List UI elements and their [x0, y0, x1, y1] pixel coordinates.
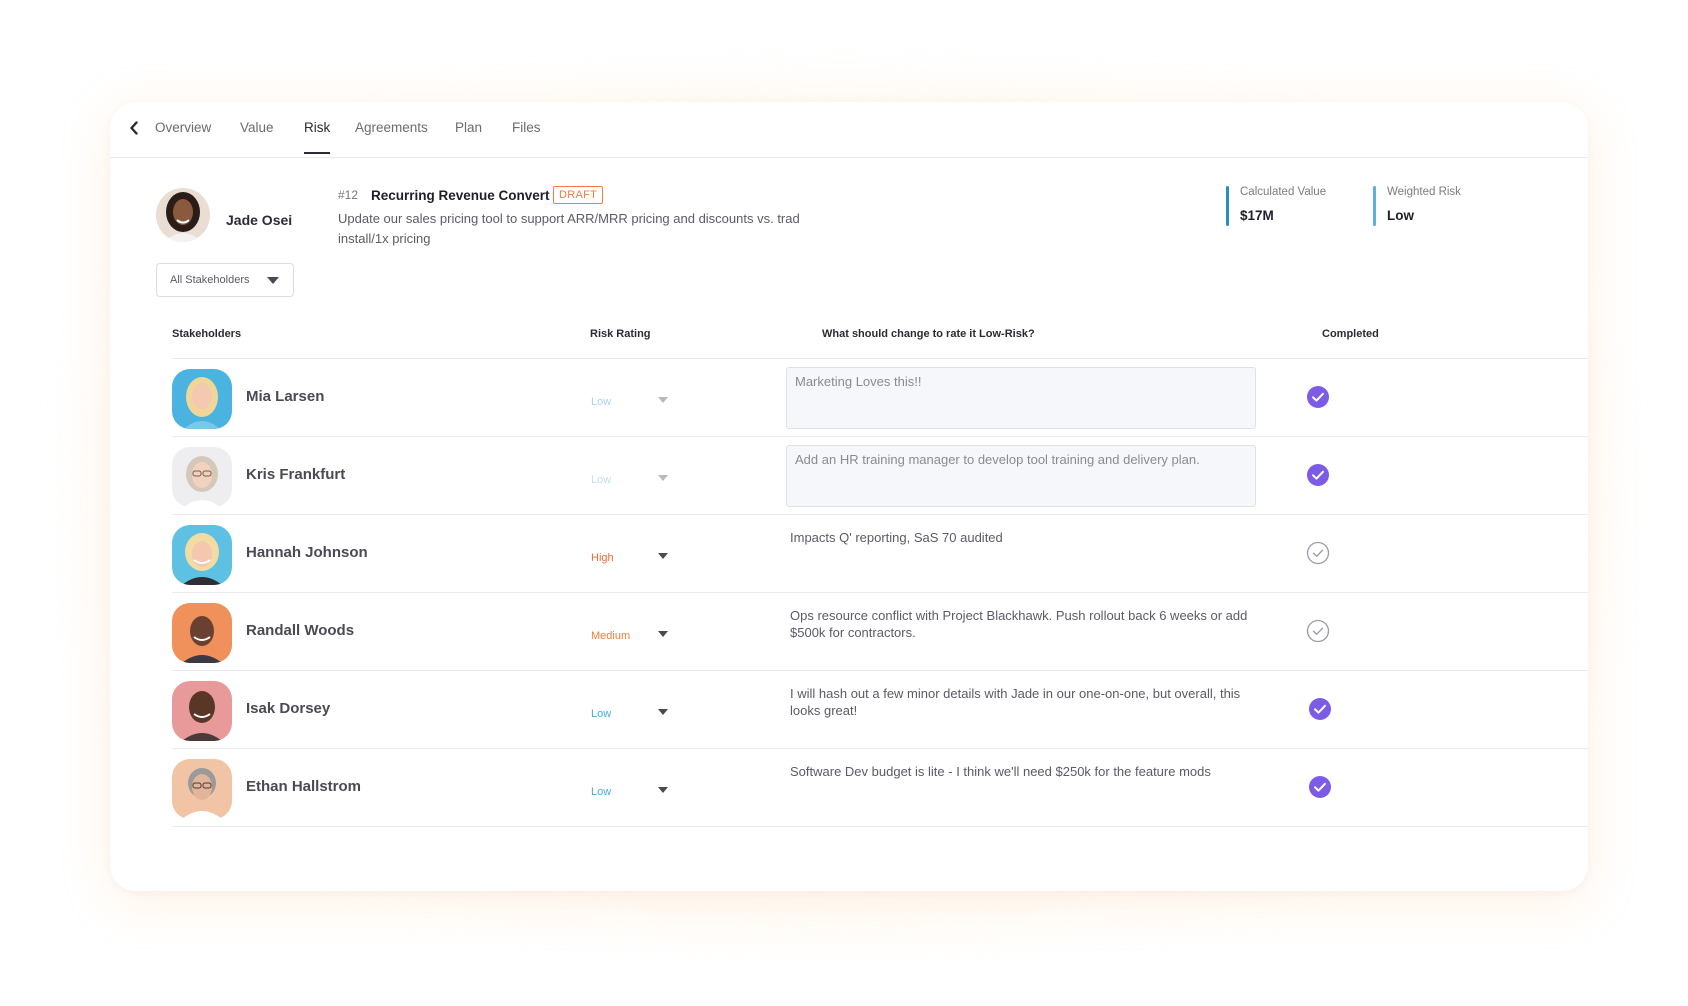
metric-bar	[1373, 186, 1376, 226]
rating-dropdown-caret-icon[interactable]	[658, 553, 668, 559]
rating-dropdown-caret-icon[interactable]	[658, 631, 668, 637]
calculated-value-metric: Calculated Value $17M	[1226, 186, 1326, 226]
completed-check-icon[interactable]	[1306, 619, 1330, 643]
stakeholder-name: Randall Woods	[246, 622, 355, 639]
table-row: Randall Woods Medium Ops resource confli…	[172, 593, 1588, 671]
stakeholder-name: Hannah Johnson	[246, 544, 368, 561]
metric-bar	[1226, 186, 1229, 226]
table-row: Hannah Johnson High Impacts Q' reporting…	[172, 515, 1588, 593]
risk-rating: Low	[591, 786, 612, 798]
risk-rating: Low	[591, 708, 612, 720]
tab-risk[interactable]: Risk	[304, 120, 331, 154]
tab-value[interactable]: Value	[240, 120, 274, 135]
stakeholder-name: Mia Larsen	[246, 388, 325, 405]
owner-name: Jade Osei	[226, 212, 293, 228]
rating-dropdown-caret-icon[interactable]	[658, 397, 668, 403]
risk-rating: Medium	[591, 630, 631, 642]
avatar	[172, 603, 232, 663]
completed-check-icon[interactable]	[1306, 541, 1330, 565]
project-description: Update our sales pricing tool to support…	[338, 211, 800, 246]
weighted-risk-metric: Weighted Risk Low	[1373, 186, 1461, 226]
avatar	[172, 681, 232, 741]
weighted-risk-label: Weighted Risk	[1387, 186, 1461, 198]
change-note-input[interactable]: Add an HR training manager to develop to…	[786, 445, 1256, 507]
column-header-stakeholders: Stakeholders	[172, 328, 242, 340]
stakeholder-name: Isak Dorsey	[246, 700, 331, 717]
change-note-input[interactable]: Marketing Loves this!!	[786, 367, 1256, 429]
tab-bar: Overview Value Risk Agreements Plan File…	[110, 102, 1588, 158]
change-note[interactable]: Impacts Q' reporting, SaS 70 audited	[790, 529, 1250, 546]
table-row: Mia Larsen Low Marketing Loves this!!	[172, 359, 1588, 437]
stakeholder-name: Ethan Hallstrom	[246, 778, 362, 795]
back-button[interactable]	[122, 116, 146, 140]
owner-avatar	[156, 188, 210, 242]
risk-rating: High	[591, 552, 614, 564]
avatar	[172, 369, 232, 429]
completed-check-icon[interactable]	[1306, 385, 1330, 409]
risk-panel: Overview Value Risk Agreements Plan File…	[110, 102, 1588, 891]
stakeholder-filter-value: All Stakeholders	[170, 274, 250, 286]
rating-dropdown-caret-icon[interactable]	[658, 475, 668, 481]
column-header-risk-rating: Risk Rating	[590, 328, 651, 340]
change-note[interactable]: Ops resource conflict with Project Black…	[790, 607, 1250, 641]
risk-rating: Low	[591, 474, 612, 486]
completed-check-icon[interactable]	[1308, 775, 1332, 799]
avatar	[172, 759, 232, 819]
rating-dropdown-caret-icon[interactable]	[658, 709, 668, 715]
completed-check-icon[interactable]	[1306, 463, 1330, 487]
rating-dropdown-caret-icon[interactable]	[658, 787, 668, 793]
calculated-value: $17M	[1240, 208, 1274, 223]
table-row: Isak Dorsey Low I will hash out a few mi…	[172, 671, 1588, 749]
tab-files[interactable]: Files	[512, 120, 541, 135]
risk-rating: Low	[591, 396, 612, 408]
stakeholder-filter-dropdown[interactable]: All Stakeholders	[156, 263, 294, 297]
avatar	[172, 525, 232, 585]
weighted-risk-value: Low	[1387, 208, 1414, 223]
completed-check-icon[interactable]	[1308, 697, 1332, 721]
calculated-value-label: Calculated Value	[1240, 186, 1327, 198]
table-row: Kris Frankfurt Low Add an HR training ma…	[172, 437, 1588, 515]
caret-down-icon	[267, 277, 279, 284]
tab-agreements[interactable]: Agreements	[355, 120, 428, 135]
change-note[interactable]: I will hash out a few minor details with…	[790, 685, 1250, 719]
column-header-completed: Completed	[1322, 328, 1379, 340]
project-title: Recurring Revenue Convert	[371, 188, 550, 203]
status-badge: DRAFT	[553, 186, 604, 204]
table-row: Ethan Hallstrom Low Software Dev budget …	[172, 749, 1588, 827]
stakeholder-name: Kris Frankfurt	[246, 466, 346, 483]
tab-overview[interactable]: Overview	[155, 120, 211, 135]
change-note[interactable]: Software Dev budget is lite - I think we…	[790, 763, 1250, 780]
avatar	[172, 447, 232, 507]
project-number: #12	[338, 188, 359, 202]
column-header-change: What should change to rate it Low-Risk?	[822, 328, 1035, 340]
chevron-left-icon	[130, 121, 138, 135]
tab-plan[interactable]: Plan	[455, 120, 482, 135]
